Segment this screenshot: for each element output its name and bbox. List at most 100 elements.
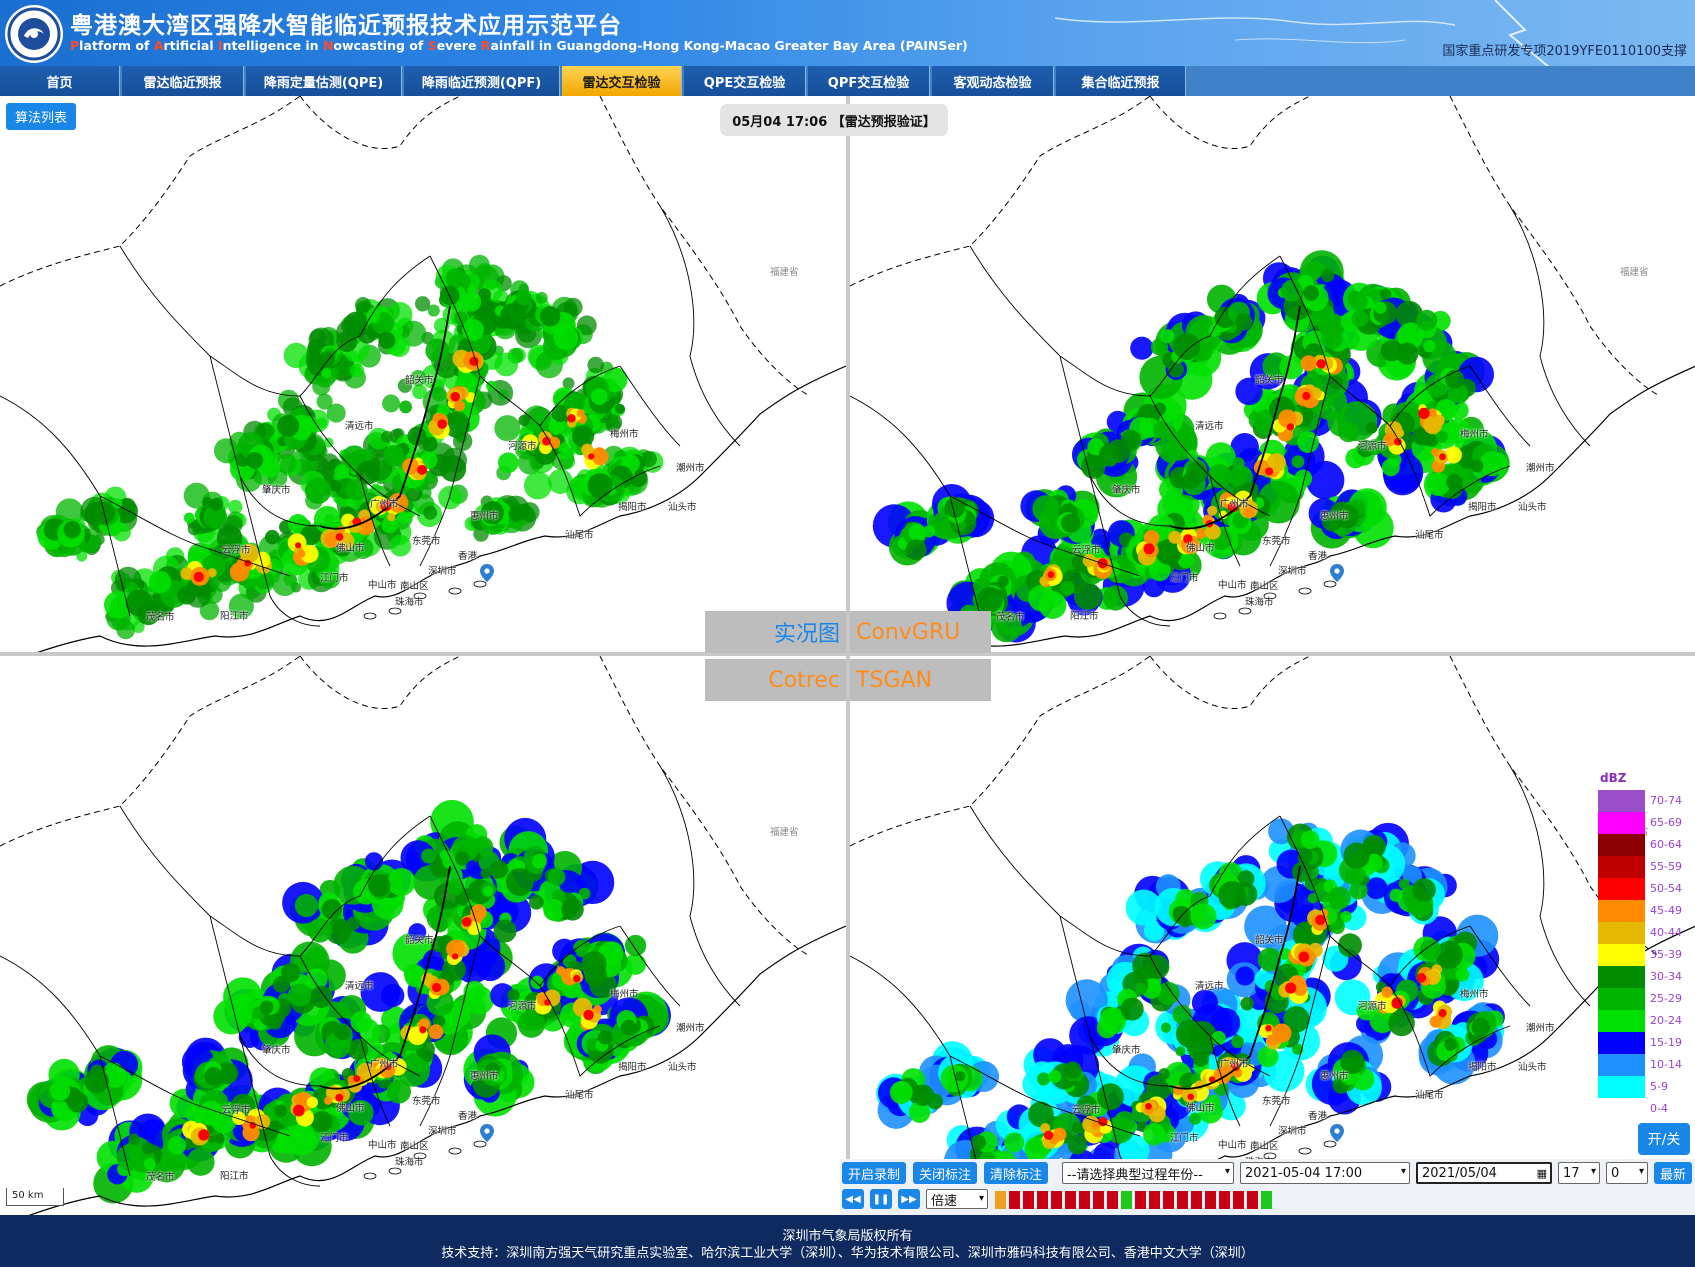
timeline-frame[interactable] (1135, 1191, 1146, 1209)
island (388, 1167, 402, 1175)
city-label-huizhou: 惠州市 (1320, 1071, 1349, 1082)
switch-convgru[interactable]: ConvGRU (850, 611, 991, 653)
echo-blob (1028, 584, 1055, 612)
echo-blob (368, 874, 391, 897)
timeline-frame[interactable] (1219, 1191, 1230, 1209)
subtitle-initial: P (70, 38, 80, 53)
timeline-frame[interactable] (1191, 1191, 1202, 1209)
city-label-zhaoqing: 肇庆市 (1112, 485, 1141, 496)
echo-blob (1207, 505, 1218, 516)
echo-blob (1444, 948, 1459, 963)
timeline-frame[interactable] (1163, 1191, 1174, 1209)
subtitle-word: evere (436, 38, 481, 53)
echo-blob (1185, 462, 1208, 484)
legend-swatch (1598, 900, 1645, 922)
echo-blob (412, 384, 427, 400)
legend-swatch (1598, 988, 1645, 1010)
echo-blob (439, 455, 467, 482)
timeline-frame[interactable] (1261, 1191, 1272, 1209)
echo-blob (63, 520, 81, 539)
time-select-value: 2021-05-04 17:00 (1245, 1165, 1363, 1181)
echo-blob (1160, 329, 1175, 344)
nav-item-5[interactable]: QPE交互检验 (684, 66, 806, 96)
city-label-yangjiang: 阳江市 (220, 611, 249, 622)
legend-label: 30-34 (1650, 970, 1682, 983)
nav-item-3[interactable]: 降雨临近预测(QPF) (404, 66, 560, 96)
legend-swatch (1598, 966, 1645, 988)
chevron-down-icon: ▾ (1638, 1166, 1644, 1177)
city-label-guangzhou: 广州市 (1220, 499, 1249, 510)
year-select[interactable]: --请选择典型过程年份-- ▾ (1062, 1162, 1234, 1184)
city-label-jieyang: 揭阳市 (1468, 502, 1497, 513)
start-record-button[interactable]: 开启录制 (842, 1162, 906, 1184)
echo-blob (1280, 279, 1303, 302)
timeline-frame[interactable] (1009, 1191, 1020, 1209)
city-label-jiangmen: 江门市 (320, 573, 349, 584)
timeline-frame[interactable] (1023, 1191, 1034, 1209)
timeline-frame[interactable] (1121, 1191, 1132, 1209)
timeline-frame[interactable] (1079, 1191, 1090, 1209)
pause-icon[interactable]: ❚❚ (870, 1189, 892, 1209)
timeline-frame[interactable] (1177, 1191, 1188, 1209)
nav-item-0[interactable]: 首页 (0, 66, 120, 96)
echo-blob (209, 497, 223, 511)
echo-blob (319, 351, 336, 367)
echo-blob (1446, 474, 1462, 490)
date-input[interactable]: 2021/05/04 ▦ (1416, 1162, 1552, 1184)
nav-item-7[interactable]: 客观动态检验 (932, 66, 1054, 96)
nav-item-4[interactable]: 雷达交互检验 (562, 66, 682, 96)
echo-blob (214, 1133, 225, 1144)
site-title: 粤港澳大湾区强降水智能临近预报技术应用示范平台 (70, 13, 622, 39)
close-marks-button[interactable]: 关闭标注 (913, 1162, 977, 1184)
switch-observed[interactable]: 实况图 (705, 611, 846, 653)
nav-item-1[interactable]: 雷达临近预报 (122, 66, 244, 96)
echo-blob (148, 570, 172, 594)
timeline-frame[interactable] (1051, 1191, 1062, 1209)
step-back-icon[interactable]: ◀◀ (842, 1189, 864, 1209)
timeline-frame[interactable] (1247, 1191, 1258, 1209)
timeline-frame[interactable] (1065, 1191, 1076, 1209)
map-panel-convgru[interactable]: 福建省 韶关市 河源市 梅州市 清远市 肇庆市 潮州市 揭阳市 汕头市 汕尾市 广州市 惠州市 佛山市 东… (850, 96, 1695, 652)
map-panel-observed[interactable]: 福建省 韶关市 河源市 梅州市 清远市 肇庆市 潮州市 揭阳市 汕头市 汕尾市 广州市 惠州市 佛山市 东… (0, 96, 846, 652)
time-select[interactable]: 2021-05-04 17:00 ▾ (1240, 1162, 1410, 1184)
legend-row: 45-49 (1598, 900, 1688, 922)
map-panel-cotrec[interactable]: 福建省 韶关市 河源市 梅州市 清远市 肇庆市 潮州市 揭阳市 汕头市 汕尾市 广州市 惠州市 佛山市 东… (0, 656, 846, 1215)
location-pin-icon[interactable] (1330, 564, 1344, 582)
echo-blob (1423, 340, 1436, 353)
switch-cotrec[interactable]: Cotrec (705, 659, 846, 701)
echo-blob (51, 1100, 69, 1118)
timeline-frame[interactable] (995, 1191, 1006, 1209)
location-pin-icon[interactable] (480, 564, 494, 582)
timeline-frame[interactable] (1107, 1191, 1118, 1209)
legend-swatch (1598, 1076, 1645, 1098)
island (388, 607, 402, 615)
province-boundary (850, 96, 1661, 397)
footer-support: 技术支持：深圳南方强天气研究重点实验室、哈尔滨工业大学（深圳）、华为技术有限公司… (441, 1246, 1254, 1261)
echo-blob (281, 962, 301, 983)
city-label-qingyuan: 清远市 (345, 421, 374, 432)
nav-item-8[interactable]: 集合临近预报 (1056, 66, 1186, 96)
speed-select[interactable]: 倍速 ▾ (926, 1189, 988, 1209)
timeline-frame[interactable] (1205, 1191, 1216, 1209)
timeline-frame[interactable] (1149, 1191, 1160, 1209)
legend-toggle-button[interactable]: 开/关 (1638, 1123, 1690, 1155)
nav-item-6[interactable]: QPF交互检验 (808, 66, 930, 96)
switch-tsgan[interactable]: TSGAN (850, 659, 991, 701)
location-pin-icon[interactable] (1330, 1124, 1344, 1142)
algorithm-list-button[interactable]: 算法列表 (6, 103, 77, 130)
nav-item-2[interactable]: 降雨定量估测(QPE) (246, 66, 402, 96)
location-pin-icon[interactable] (480, 1124, 494, 1142)
nav-list: 首页 雷达临近预报 降雨定量估测(QPE) 降雨临近预测(QPF) 雷达交互检验 QPE交… (0, 66, 1188, 96)
hour-select[interactable]: 17 ▾ (1558, 1162, 1600, 1184)
map-panel-tsgan[interactable]: 福建省韶关市河源市梅州市清远市肇庆市潮州市揭阳市汕头市汕尾市广州市惠州市佛山市东… (850, 656, 1695, 1215)
latest-button[interactable]: 最新 (1654, 1162, 1692, 1184)
timeline-frame[interactable] (1233, 1191, 1244, 1209)
step-forward-icon[interactable]: ▶▶ (898, 1189, 920, 1209)
echo-blob (1232, 457, 1245, 470)
clear-marks-button[interactable]: 清除标注 (984, 1162, 1048, 1184)
echo-blob (292, 1104, 305, 1117)
timeline-frame[interactable] (1037, 1191, 1048, 1209)
minute-select[interactable]: 0 ▾ (1606, 1162, 1648, 1184)
timeline-frame[interactable] (1093, 1191, 1104, 1209)
subtitle-word: ainfall in Guangdong-Hong Kong-Macao Gre… (490, 38, 968, 53)
